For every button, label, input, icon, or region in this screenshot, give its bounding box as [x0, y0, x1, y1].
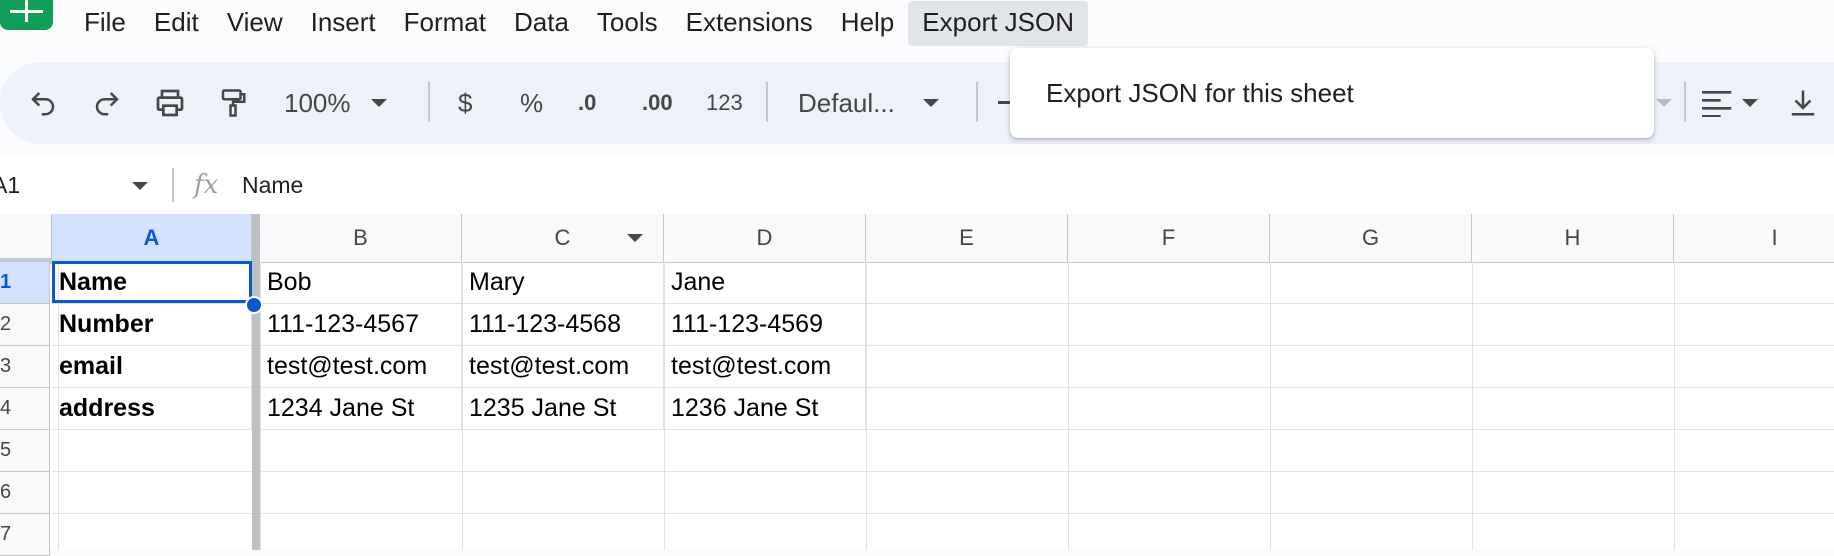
export-json-dropdown: Export JSON for this sheet [1010, 48, 1654, 138]
increase-decimal-label: .00 [642, 90, 673, 115]
column-header-h[interactable]: H [1472, 214, 1674, 262]
spreadsheet-grid: A B C D E F G H I 1 2 3 4 5 6 7 Name Bob… [0, 214, 1834, 556]
formula-divider [172, 168, 174, 202]
menu-export-json[interactable]: Export JSON [908, 0, 1088, 46]
more-formats-button[interactable]: 123 [706, 62, 743, 144]
menu-data[interactable]: Data [500, 1, 583, 46]
paint-format-icon[interactable] [218, 62, 248, 144]
menu-edit[interactable]: Edit [140, 1, 213, 46]
cell-a2[interactable]: Number [52, 304, 252, 346]
column-header-a[interactable]: A [52, 214, 252, 262]
cell-a4[interactable]: address [52, 388, 252, 430]
menu-bar: File Edit View Insert Format Data Tools … [70, 0, 1088, 46]
menu-item-export-json-sheet[interactable]: Export JSON for this sheet [1046, 48, 1354, 138]
print-icon[interactable] [154, 62, 186, 144]
currency-button[interactable]: $ [458, 62, 472, 144]
chevron-down-icon [1742, 99, 1758, 107]
toolbar-divider [428, 82, 430, 122]
column-header-g[interactable]: G [1270, 214, 1472, 262]
cell-b3[interactable]: test@test.com [260, 346, 462, 388]
menu-tools[interactable]: Tools [583, 1, 672, 46]
zoom-select[interactable]: 100% [284, 62, 387, 144]
cell-a1[interactable]: Name [52, 262, 252, 304]
decrease-decimal-button[interactable]: .0 [578, 62, 596, 144]
menu-format[interactable]: Format [390, 1, 500, 46]
fill-handle[interactable] [245, 296, 263, 314]
row-header-1[interactable]: 1 [0, 262, 50, 304]
name-box[interactable]: A1 [0, 156, 20, 214]
cell-c2[interactable]: 111-123-4568 [462, 304, 664, 346]
redo-icon[interactable] [92, 62, 122, 144]
cell-d2[interactable]: 111-123-4569 [664, 304, 866, 346]
column-header-c[interactable]: C [462, 214, 664, 262]
menu-help[interactable]: Help [827, 1, 908, 46]
menu-view[interactable]: View [213, 1, 297, 46]
cell-b1[interactable]: Bob [260, 262, 462, 304]
select-all-corner[interactable] [0, 214, 52, 264]
chevron-down-icon[interactable] [1656, 62, 1672, 144]
chevron-down-icon[interactable] [627, 234, 643, 242]
formula-bar: A1 fx Name [0, 156, 1834, 215]
cell-b4[interactable]: 1234 Jane St [260, 388, 462, 430]
column-header-b[interactable]: B [260, 214, 462, 262]
name-box-value: A1 [0, 171, 21, 198]
toolbar-divider [976, 82, 978, 122]
cell-c3[interactable]: test@test.com [462, 346, 664, 388]
cell-b2[interactable]: 111-123-4567 [260, 304, 462, 346]
formula-input[interactable]: Name [242, 156, 303, 214]
column-header-c-label: C [554, 225, 571, 250]
row-header-5[interactable]: 5 [0, 430, 50, 472]
column-header-d[interactable]: D [664, 214, 866, 262]
column-header-e[interactable]: E [866, 214, 1068, 262]
zoom-value: 100% [284, 87, 351, 118]
toolbar-divider [1684, 82, 1686, 122]
chevron-down-icon[interactable] [132, 182, 148, 190]
chevron-down-icon [370, 99, 387, 107]
increase-decimal-button[interactable]: .00 [642, 62, 673, 144]
row-header-2[interactable]: 2 [0, 304, 50, 346]
menu-file[interactable]: File [70, 1, 140, 46]
row-header-4[interactable]: 4 [0, 388, 50, 430]
font-select[interactable]: Defaul... [798, 62, 939, 144]
font-value: Defaul... [798, 87, 895, 118]
sheets-logo-icon[interactable] [0, 0, 53, 30]
menu-insert[interactable]: Insert [297, 1, 390, 46]
chevron-down-icon [922, 99, 939, 107]
row-header-3[interactable]: 3 [0, 346, 50, 388]
percent-button[interactable]: % [520, 62, 543, 144]
column-header-i[interactable]: I [1674, 214, 1834, 262]
cell-d3[interactable]: test@test.com [664, 346, 866, 388]
cell-d1[interactable]: Jane [664, 262, 866, 304]
undo-icon[interactable] [28, 62, 58, 144]
column-header-row: A B C D E F G H I [0, 214, 1834, 550]
horizontal-align-icon[interactable] [1702, 62, 1758, 144]
row-header-6[interactable]: 6 [0, 472, 50, 514]
fx-icon: fx [194, 170, 219, 200]
menu-extensions[interactable]: Extensions [672, 1, 827, 46]
cell-a3[interactable]: email [52, 346, 252, 388]
frozen-column-divider[interactable] [252, 214, 260, 550]
cell-c4[interactable]: 1235 Jane St [462, 388, 664, 430]
cell-c1[interactable]: Mary [462, 262, 664, 304]
decrease-decimal-label: .0 [578, 90, 597, 115]
cell-d4[interactable]: 1236 Jane St [664, 388, 866, 430]
toolbar-divider [766, 82, 768, 122]
column-header-f[interactable]: F [1068, 214, 1270, 262]
vertical-align-icon[interactable] [1788, 62, 1818, 144]
